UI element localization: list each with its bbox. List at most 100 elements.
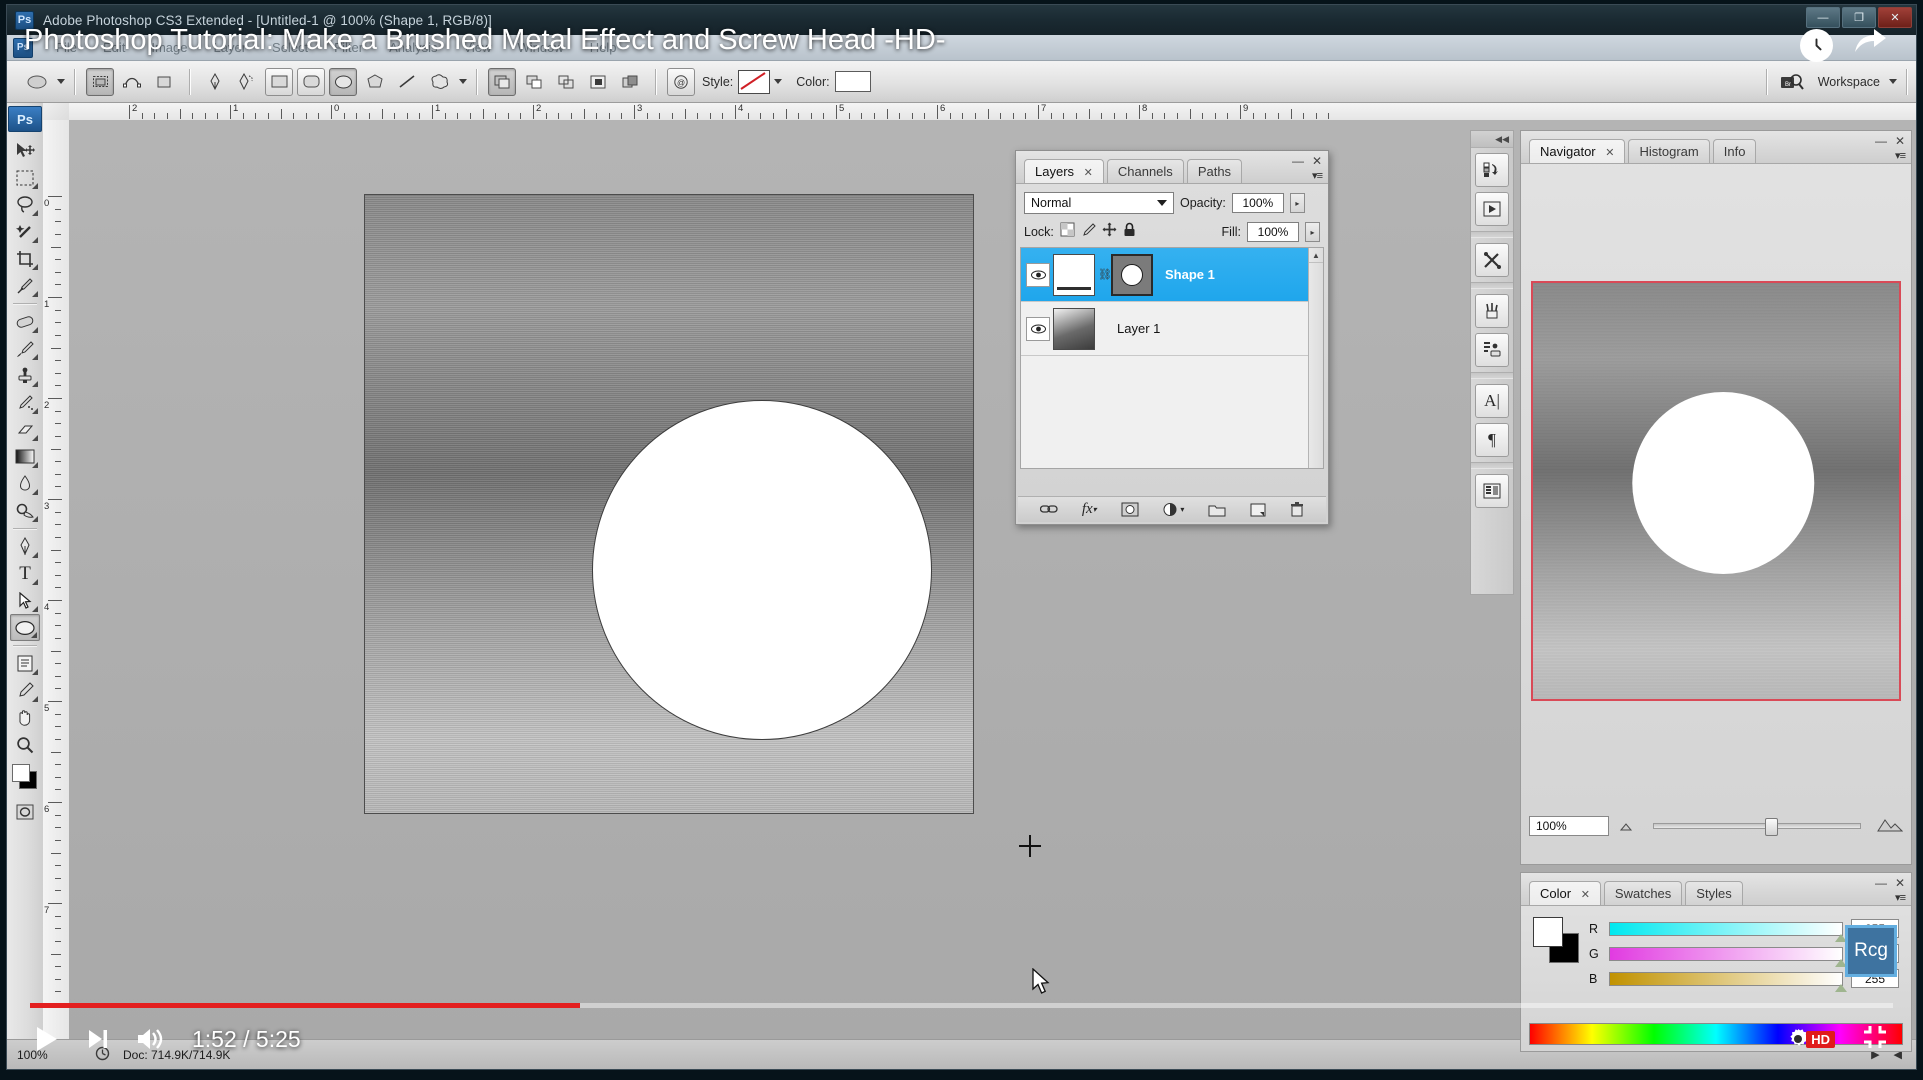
table-row[interactable]: Layer 1 [1021, 302, 1323, 356]
navigator-zoom-slider[interactable] [1653, 823, 1861, 829]
small-mountain-icon[interactable] [1619, 819, 1637, 834]
layer-comps-panel-icon[interactable] [1475, 474, 1509, 508]
healing-brush-tool[interactable] [10, 308, 40, 335]
navigator-preview[interactable] [1531, 281, 1901, 701]
eye-icon[interactable] [1026, 263, 1050, 287]
magic-wand-tool[interactable] [10, 218, 40, 245]
color-sampler-tool[interactable] [10, 677, 40, 704]
polygon-icon[interactable] [361, 68, 389, 96]
dodge-tool[interactable] [10, 497, 40, 524]
ellipse-shape-on-canvas[interactable] [592, 400, 932, 740]
link-indicator-icon[interactable]: ⛓ [1098, 268, 1108, 281]
path-selection-tool[interactable] [10, 587, 40, 614]
eraser-tool[interactable] [10, 416, 40, 443]
play-icon[interactable] [34, 1025, 60, 1053]
crop-tool[interactable] [10, 245, 40, 272]
history-panel-icon[interactable] [1475, 153, 1509, 187]
delete-layer-button[interactable] [1290, 502, 1304, 517]
table-row[interactable]: ⛓ Shape 1 [1021, 248, 1323, 302]
minimize-icon[interactable]: — [1875, 134, 1887, 148]
opacity-input[interactable]: 100% [1232, 193, 1284, 213]
close-button[interactable]: ✕ [1878, 7, 1912, 28]
lock-image-pixels-icon[interactable] [1081, 222, 1096, 242]
horizontal-ruler[interactable]: 210123456789 [69, 103, 1916, 121]
rounded-rectangle-icon[interactable] [297, 68, 325, 96]
foreground-color-swatch[interactable] [12, 764, 30, 782]
layer-list-scrollbar[interactable]: ▲ [1308, 248, 1323, 468]
type-tool[interactable]: T [10, 560, 40, 587]
intersect-shape-icon[interactable] [552, 68, 580, 96]
panel-menu-icon[interactable]: ▾≡ [1895, 149, 1905, 162]
tab-layers[interactable]: Layers ✕ [1024, 159, 1104, 183]
channel-slider-r[interactable] [1609, 922, 1843, 936]
volume-icon[interactable] [136, 1026, 166, 1052]
clone-source-panel-icon[interactable] [1475, 333, 1509, 367]
lock-position-icon[interactable] [1102, 222, 1117, 242]
fill-input[interactable]: 100% [1247, 222, 1299, 242]
layer-style-button[interactable]: fx▾ [1082, 501, 1097, 518]
close-panel-icon[interactable]: ✕ [1312, 154, 1322, 168]
close-icon[interactable]: ✕ [1581, 889, 1590, 901]
video-progress-bar[interactable] [30, 1003, 1893, 1008]
gear-icon[interactable]: HD [1784, 1025, 1835, 1053]
shape-layers-icon[interactable] [86, 68, 114, 96]
pen-icon[interactable] [201, 68, 229, 96]
layer-thumbnail[interactable] [1053, 254, 1095, 296]
ruler-corner[interactable] [43, 103, 70, 121]
tab-histogram[interactable]: Histogram [1628, 139, 1709, 163]
scroll-up-icon[interactable]: ▲ [1309, 248, 1323, 263]
share-arrow-icon[interactable] [1853, 28, 1887, 62]
link-layers-button[interactable] [1040, 504, 1058, 515]
combine-shape-icon[interactable] [616, 68, 644, 96]
channel-slider-b[interactable] [1609, 972, 1843, 986]
opacity-slider-arrow-icon[interactable]: ▸ [1290, 193, 1305, 213]
workspace-label[interactable]: Workspace [1818, 75, 1880, 89]
gradient-tool[interactable] [10, 443, 40, 470]
fullscreen-collapse-icon[interactable] [1861, 1023, 1889, 1056]
layer-name[interactable]: Shape 1 [1165, 267, 1215, 282]
marquee-tool[interactable] [10, 164, 40, 191]
tab-info[interactable]: Info [1713, 139, 1757, 163]
close-panel-icon[interactable]: ✕ [1895, 134, 1905, 148]
lock-all-icon[interactable] [1123, 222, 1136, 242]
lasso-tool[interactable] [10, 191, 40, 218]
eye-icon[interactable] [1026, 317, 1050, 341]
add-layer-mask-button[interactable] [1121, 502, 1139, 517]
paths-icon[interactable] [118, 68, 146, 96]
panel-menu-icon[interactable]: ▾≡ [1312, 169, 1322, 182]
tool-presets-panel-icon[interactable] [1475, 243, 1509, 277]
freeform-pen-icon[interactable] [233, 68, 261, 96]
ellipse-preset-icon[interactable] [23, 68, 51, 96]
fill-pixels-icon[interactable] [150, 68, 178, 96]
navigator-zoom-input[interactable]: 100% [1529, 816, 1609, 836]
shape-options-chevron-down-icon[interactable] [459, 79, 467, 84]
foreground-background-colors[interactable] [10, 762, 40, 790]
minimize-button[interactable]: — [1806, 7, 1840, 28]
history-brush-tool[interactable] [10, 389, 40, 416]
tab-channels[interactable]: Channels [1107, 159, 1184, 183]
layer-visibility-toggle[interactable] [1023, 263, 1053, 287]
notes-tool[interactable] [10, 650, 40, 677]
navigator-thumbnail-with-view-box[interactable] [1531, 281, 1901, 701]
line-icon[interactable] [393, 68, 421, 96]
custom-shape-icon[interactable] [425, 68, 453, 96]
channel-slider-g[interactable] [1609, 947, 1843, 961]
document-canvas[interactable] [364, 194, 974, 814]
hand-tool[interactable] [10, 704, 40, 731]
add-to-shape-icon[interactable] [488, 68, 516, 96]
zoom-tool[interactable] [10, 731, 40, 758]
exclude-shape-icon[interactable] [584, 68, 612, 96]
minimize-icon[interactable]: — [1292, 154, 1304, 168]
lock-transparent-pixels-icon[interactable] [1060, 222, 1075, 242]
tab-color[interactable]: Color ✕ [1529, 881, 1601, 905]
workspace-chevron-down-icon[interactable] [1889, 79, 1897, 84]
color-swatch[interactable] [835, 71, 871, 92]
rectangle-icon[interactable] [265, 68, 293, 96]
eyedropper-tool[interactable] [10, 272, 40, 299]
new-adjustment-layer-button[interactable]: ▾ [1162, 502, 1184, 517]
paragraph-panel-icon[interactable]: ¶ [1475, 423, 1509, 457]
layer-visibility-toggle[interactable] [1023, 317, 1053, 341]
subtract-from-shape-icon[interactable] [520, 68, 548, 96]
tab-styles[interactable]: Styles [1685, 881, 1742, 905]
close-icon[interactable]: ✕ [1605, 147, 1614, 159]
